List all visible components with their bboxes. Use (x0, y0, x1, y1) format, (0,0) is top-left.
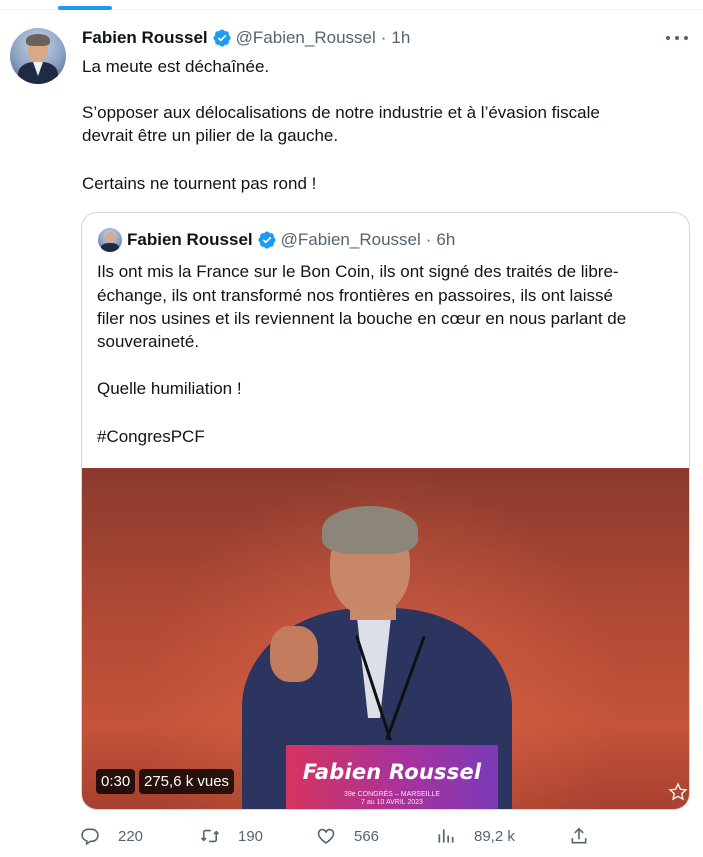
share-button[interactable] (569, 822, 607, 850)
video-duration: 0:30 (96, 769, 136, 794)
quoted-author-handle: @Fabien_Roussel (280, 230, 421, 249)
tweet-timestamp[interactable]: 1h (391, 28, 410, 48)
tweet-header: Fabien Roussel @Fabien_Roussel · 1h (82, 27, 410, 49)
video-player[interactable]: Fabien Roussel 39e CONGRÈS – MARSEILLE 7… (82, 468, 689, 809)
views-icon (438, 829, 454, 843)
tweet-text-line: devrait être un pilier de la gauche. (82, 126, 339, 145)
share-icon (571, 827, 587, 844)
quoted-timestamp: 6h (436, 230, 456, 249)
header-separator: · (380, 28, 387, 47)
lectern-banner: Fabien Roussel 39e CONGRÈS – MARSEILLE 7… (286, 745, 498, 809)
views-button[interactable]: 89,2 k (436, 822, 515, 850)
star-logo-icon (668, 782, 688, 801)
reply-icon (81, 828, 99, 846)
lectern-name: Fabien Roussel (302, 760, 482, 784)
lectern-subtitle-line: 39e CONGRÈS – MARSEILLE (343, 791, 441, 798)
quoted-author-avatar (98, 228, 122, 252)
like-icon (317, 828, 335, 844)
views-count: 89,2 k (474, 827, 515, 845)
repost-icon (200, 829, 220, 843)
author-avatar[interactable] (10, 28, 66, 84)
quoted-hashtag[interactable]: #CongresPCF (97, 425, 205, 448)
quoted-tweet[interactable]: Fabien Roussel @Fabien_Roussel · 6h Ils … (81, 212, 690, 810)
quoted-tweet-header: Fabien Roussel @Fabien_Roussel · 6h (127, 228, 455, 252)
tweet[interactable]: Fabien Roussel @Fabien_Roussel · 1h La m… (0, 0, 703, 857)
reply-button[interactable]: 220 (80, 822, 143, 850)
author-handle[interactable]: @Fabien_Roussel (236, 28, 376, 48)
action-bar: 220 190 566 89,2 k (80, 822, 600, 850)
like-button[interactable]: 566 (316, 822, 379, 850)
repost-button[interactable]: 190 (200, 822, 263, 850)
tweet-text-line: Certains ne tournent pas rond ! (82, 174, 317, 193)
tweet-text-line: La meute est déchaînée. (82, 57, 270, 76)
reply-count: 220 (118, 827, 144, 845)
repost-count: 190 (238, 827, 264, 845)
quoted-text-line: Ils ont mis la France sur le Bon Coin, i… (97, 262, 619, 281)
quoted-text-line: filer nos usines et ils reviennent la bo… (97, 309, 627, 328)
quoted-text-line: souveraineté. (97, 332, 200, 351)
verified-badge-icon (258, 231, 276, 249)
quoted-text-line: échange, ils ont transformé nos frontièr… (97, 286, 613, 305)
like-count: 566 (354, 827, 380, 845)
author-name[interactable]: Fabien Roussel (82, 28, 208, 48)
quoted-author-name: Fabien Roussel (127, 230, 253, 249)
quoted-text-line: Quelle humiliation ! (97, 379, 242, 398)
lectern-subtitle: 39e CONGRÈS – MARSEILLE 7 au 10 AVRIL 20… (286, 791, 498, 807)
more-options-icon[interactable] (666, 28, 688, 48)
tweet-text-line: S’opposer aux délocalisations de notre i… (82, 103, 600, 122)
verified-badge-icon (213, 29, 231, 47)
lectern-subtitle-line: 7 au 10 AVRIL 2023 (361, 799, 423, 806)
video-view-count: 275,6 k vues (139, 769, 235, 794)
quoted-header-separator: · (425, 230, 432, 249)
